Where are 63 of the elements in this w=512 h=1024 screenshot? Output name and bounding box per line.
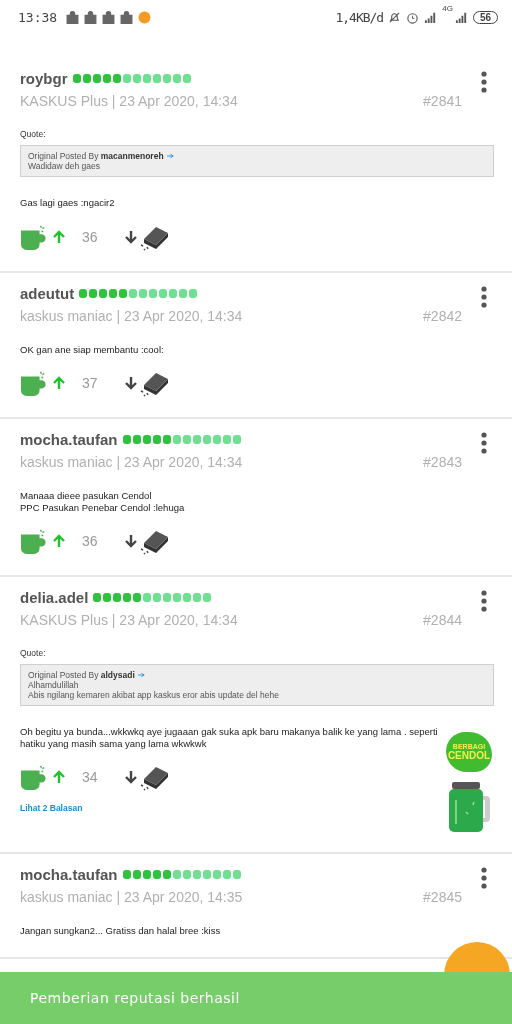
shopping-bag-icon [84,10,98,24]
link-arrow-icon[interactable] [166,153,174,159]
rank-and-date: KASKUS Plus | 23 Apr 2020, 14:34 [20,612,238,628]
quote-author: Original Posted By macanmenoreh [28,151,164,161]
post-number: #2842 [423,307,462,324]
post-text: Gas lagi gaes :ngacir2 [20,197,116,209]
rank-and-date: kaskus maniac | 23 Apr 2020, 14:34 [20,307,243,324]
cup-icon[interactable] [20,370,48,396]
downvote-arrow-icon[interactable] [123,229,138,244]
link-arrow-icon[interactable] [137,672,145,678]
cup-icon[interactable] [20,764,48,790]
username[interactable]: mocha.taufan [20,431,118,448]
more-options-icon[interactable] [480,284,488,309]
sticker-text: CENDOL [447,750,491,761]
downvote-arrow-icon[interactable] [123,376,138,390]
post-text: Manaaa dieee pasukan Cendol [20,490,153,502]
quote-text: Abis ngilang kemaren akibat app kaskus eror abis update del hehe [28,690,280,700]
post-text: Jangan sungkan2... Gratiss dan halal bree :kiss [20,925,222,937]
post-number: #2841 [423,93,462,109]
cup-icon[interactable] [20,223,48,250]
view-replies-link[interactable]: Lihat 2 Balasan [20,803,83,813]
post-number: #2843 [423,454,462,470]
shopping-bag-icon [120,10,134,24]
post-text: PPC Pasukan Penebar Cendol :lehuga [20,501,186,513]
signal-icon [454,10,468,24]
quote-text: Wadidaw deh gaes [28,161,101,171]
vote-count: 36 [82,533,98,549]
signal-icon [424,10,438,24]
network-speed: 1,4KB/d [335,9,384,25]
quote-label: Quote: [20,129,47,139]
toast-message: Pemberian reputasi berhasil [30,990,240,1006]
quote-label: Quote: [20,648,47,658]
jar-icon [446,782,492,832]
cup-icon[interactable] [20,528,48,554]
username[interactable]: roybgr [20,70,68,87]
quote-text: Alhamdulillah [28,680,80,690]
muted-bell-icon [388,10,402,24]
downvote-arrow-icon[interactable] [123,770,138,784]
chat-bubble-icon [138,10,152,24]
rank-and-date: kaskus maniac | 23 Apr 2020, 14:34 [20,454,243,470]
vote-count: 36 [82,228,98,245]
clock: 13:38 [18,9,58,25]
username[interactable]: delia.adel [20,589,89,606]
quote-author: Original Posted By aldysadi [28,670,135,680]
more-options-icon[interactable] [480,589,488,613]
post-number: #2845 [423,889,462,905]
network-type: 4G [442,4,453,13]
more-options-icon[interactable] [480,431,488,455]
rank-and-date: KASKUS Plus | 23 Apr 2020, 14:34 [20,93,238,109]
shopping-bag-icon [102,10,116,24]
rank-and-date: kaskus maniac | 23 Apr 2020, 14:35 [20,889,243,905]
post-number: #2844 [423,612,462,628]
vote-count: 37 [82,375,98,391]
alarm-icon [406,10,420,24]
post-text: OK gan ane siap membantu :cool: [20,343,165,355]
vote-count: 34 [82,769,98,785]
more-options-icon[interactable] [480,70,488,94]
username[interactable]: mocha.taufan [20,866,118,883]
shopping-bag-icon [66,10,80,24]
username[interactable]: adeutut [20,284,75,302]
post-text: Oh begitu ya bunda...wkkwkq aye jugaaan gak suka apk baru makanya balik ke yang lama . seperti hatiku yang masih sama yang lama wkwkwk [20,726,439,749]
more-options-icon[interactable] [480,866,488,890]
downvote-arrow-icon[interactable] [123,534,138,548]
